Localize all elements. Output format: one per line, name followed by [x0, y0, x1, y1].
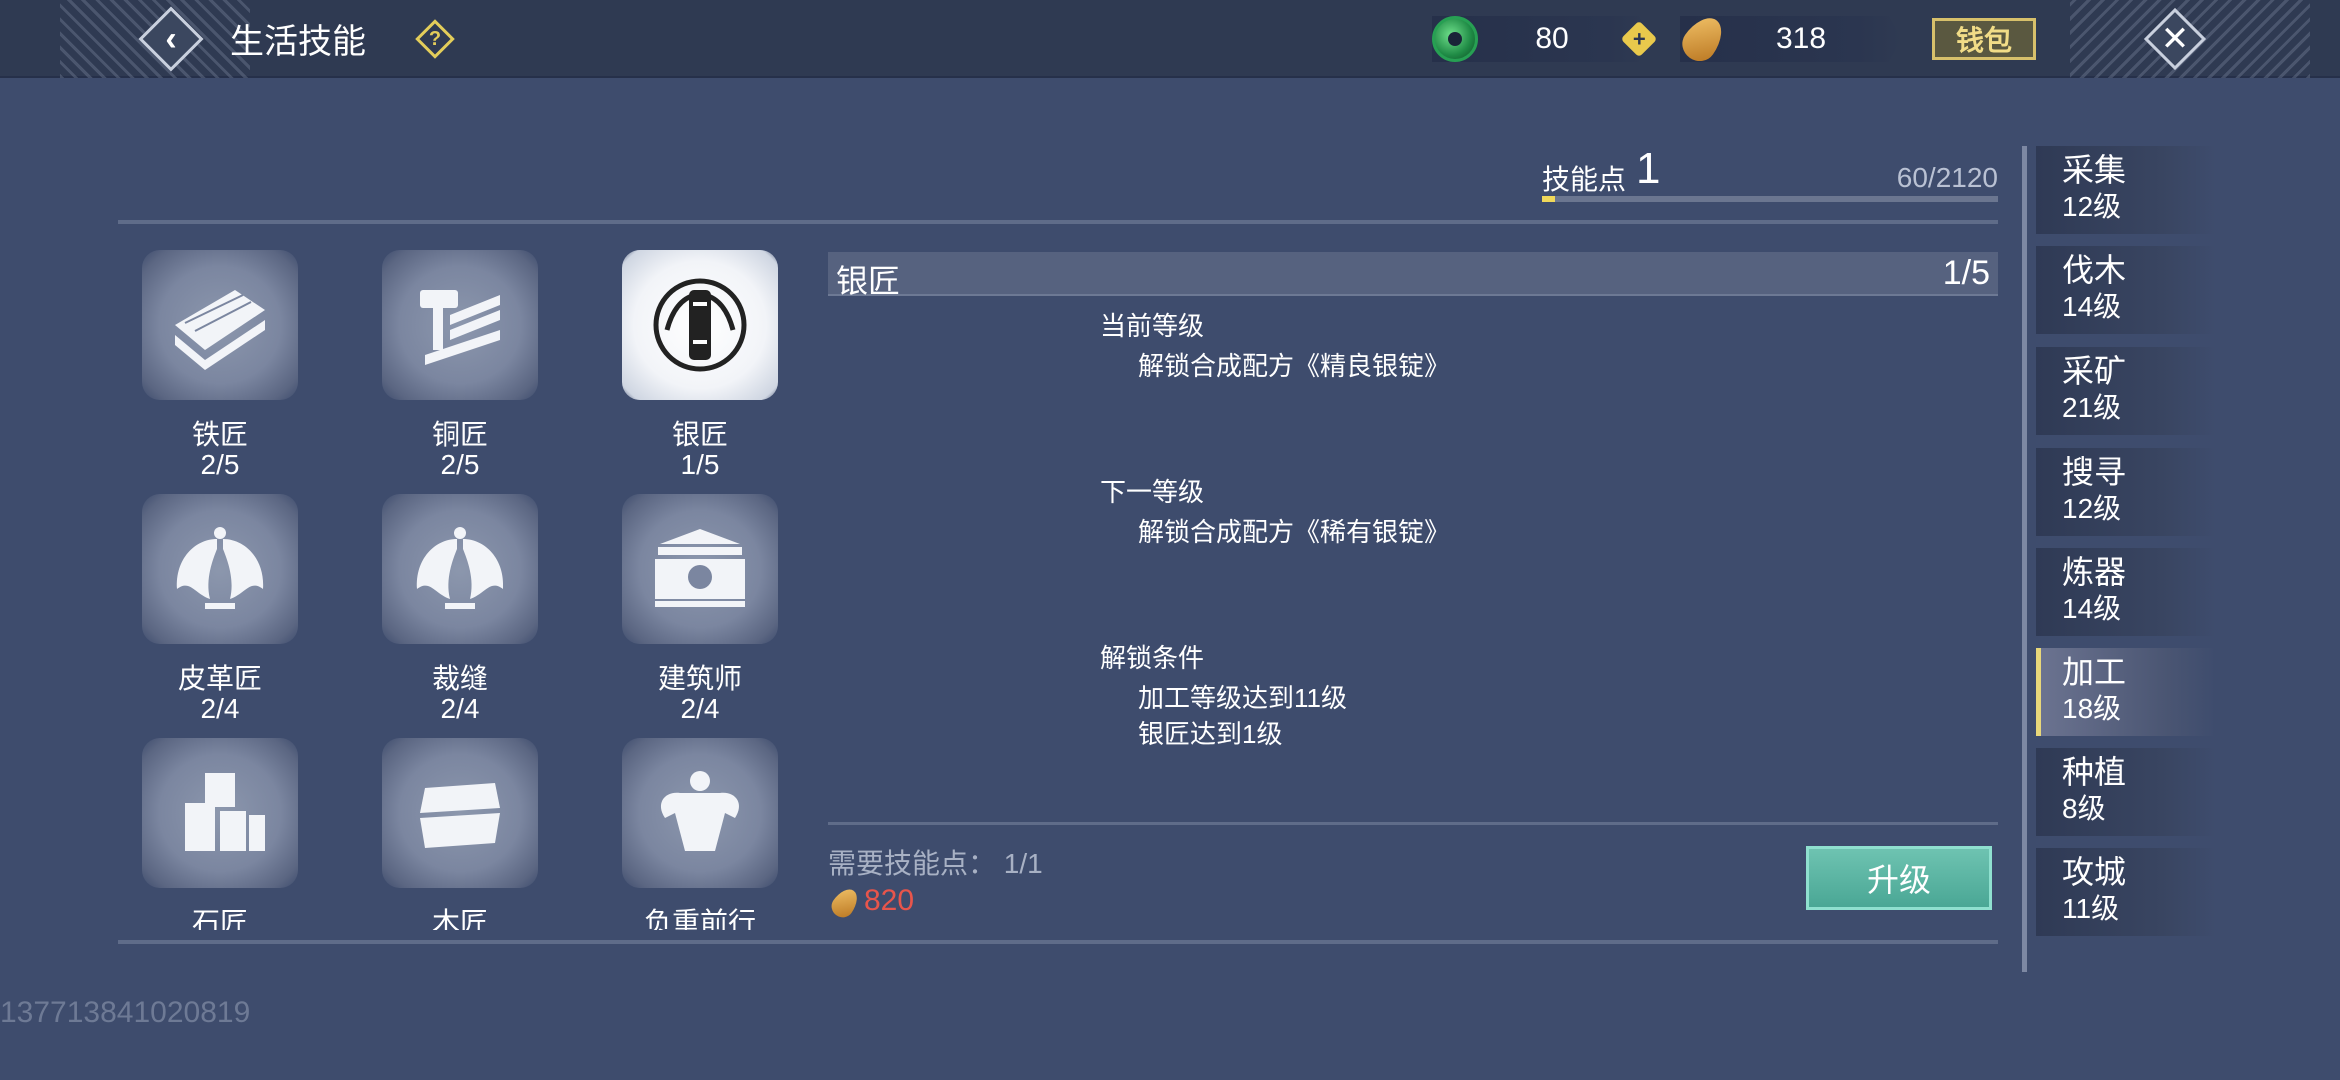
- next-level-text: 解锁合成配方《稀有银锭》: [1138, 517, 1451, 547]
- skill-name: 铜匠: [431, 419, 488, 450]
- divider: [118, 940, 1998, 944]
- category-planting[interactable]: 种植 8级: [2036, 748, 2216, 836]
- upgrade-cost: 820: [864, 884, 915, 917]
- user-id: 137713841020819: [0, 996, 251, 1029]
- skill-item-strongman[interactable]: 负重前行: [600, 738, 790, 930]
- seed-coin-icon: [827, 884, 863, 922]
- jade-currency: 80: [1432, 16, 1652, 62]
- category-name: 搜寻: [2062, 454, 2127, 490]
- skill-item-stonemason[interactable]: 石匠: [120, 738, 320, 930]
- jade-amount: 80: [1535, 22, 1569, 55]
- skill-points-progress-bar: [1542, 196, 1998, 202]
- unlock-condition: 加工等级达到11级: [1138, 683, 1347, 713]
- skill-level: 1/5: [680, 449, 720, 480]
- skill-name: 建筑师: [657, 663, 742, 694]
- back-button[interactable]: ‹: [138, 6, 204, 72]
- stone-blocks-icon: [142, 738, 298, 888]
- category-level: 21级: [2062, 392, 2122, 423]
- category-gathering[interactable]: 采集 12级: [2036, 146, 2216, 234]
- seed-amount: 318: [1775, 22, 1827, 55]
- unlock-condition: 银匠达到1级: [1138, 719, 1283, 749]
- divider: [828, 822, 1998, 825]
- skill-item-coppersmith[interactable]: 铜匠 2/5: [360, 250, 560, 480]
- skill-item-tailor[interactable]: 裁缝 2/4: [360, 494, 560, 724]
- detail-skill-level: 1/5: [1942, 254, 1990, 292]
- skill-grid: 铁匠 2/5 铜匠 2/5 银匠 1/5 皮革匠 2/4 裁缝 2/4 建筑师: [120, 250, 790, 930]
- wings-icon: [142, 494, 298, 644]
- building-icon: [622, 494, 778, 644]
- detail-skill-name: 银匠: [836, 263, 901, 299]
- seed-coin-icon: [1680, 16, 1731, 62]
- category-level: 11级: [2062, 893, 2120, 924]
- skill-level: 2/5: [440, 449, 480, 480]
- category-processing[interactable]: 加工 18级: [2036, 648, 2216, 736]
- current-level-title: 当前等级: [1100, 311, 1205, 341]
- help-button[interactable]: ?: [415, 19, 455, 59]
- skill-level: 2/4: [200, 693, 240, 724]
- category-level: 18级: [2062, 693, 2122, 724]
- skill-item-silversmith[interactable]: 银匠 1/5: [600, 250, 790, 480]
- skill-item-blacksmith[interactable]: 铁匠 2/5: [120, 250, 320, 480]
- progress-fill: [1542, 196, 1555, 202]
- category-name: 采集: [2062, 152, 2127, 188]
- category-name: 采矿: [2062, 353, 2127, 389]
- skill-detail-header: 银匠 1/5: [828, 252, 1998, 299]
- top-bar: ‹ 生活技能 ? 80 + 318 钱包 ✕: [0, 0, 2340, 78]
- skill-points-progress-text: 60/2120: [1896, 162, 1998, 193]
- category-refining[interactable]: 炼器 14级: [2036, 548, 2216, 636]
- divider: [118, 220, 1998, 224]
- skill-item-carpenter[interactable]: 木匠: [360, 738, 560, 930]
- category-level: 12级: [2062, 493, 2122, 524]
- category-level: 14级: [2062, 291, 2122, 322]
- current-level-text: 解锁合成配方《精良银锭》: [1138, 351, 1451, 381]
- skill-item-architect[interactable]: 建筑师 2/4: [600, 494, 790, 724]
- category-mining[interactable]: 采矿 21级: [2036, 347, 2216, 435]
- close-button[interactable]: ✕: [2143, 7, 2207, 71]
- wood-plank-icon: [382, 738, 538, 888]
- category-level: 14级: [2062, 593, 2122, 624]
- category-name: 加工: [2062, 654, 2127, 690]
- category-siege[interactable]: 攻城 11级: [2036, 848, 2216, 936]
- skill-name: 木匠: [431, 907, 488, 931]
- strongman-icon: [622, 738, 778, 888]
- page-title: 生活技能: [230, 23, 366, 61]
- skill-level: 2/5: [200, 449, 240, 480]
- unlock-conditions-title: 解锁条件: [1100, 643, 1205, 673]
- lumber-icon: [142, 250, 298, 400]
- skill-item-leatherworker[interactable]: 皮革匠 2/4: [120, 494, 320, 724]
- skill-name: 银匠: [671, 419, 728, 450]
- plus-icon: +: [1632, 25, 1646, 51]
- category-level: 8级: [2062, 793, 2106, 824]
- category-name: 炼器: [2062, 554, 2127, 590]
- silver-ingot-icon: [622, 250, 778, 400]
- skill-name: 铁匠: [191, 419, 248, 450]
- next-level-title: 下一等级: [1100, 477, 1205, 507]
- skill-level: 2/4: [440, 693, 480, 724]
- category-divider: [2022, 146, 2027, 972]
- skill-name: 负重前行: [643, 907, 756, 931]
- category-level: 12级: [2062, 191, 2122, 222]
- skill-name: 皮革匠: [177, 663, 262, 694]
- jade-coin-icon: [1432, 16, 1478, 62]
- skill-name: 石匠: [191, 907, 248, 931]
- upgrade-button[interactable]: 升级: [1806, 846, 1992, 910]
- hammer-icon: [382, 250, 538, 400]
- question-icon: ?: [428, 27, 442, 50]
- seed-currency: 318: [1680, 16, 1902, 62]
- close-icon: ✕: [2160, 20, 2190, 58]
- skill-points-label: 技能点: [1542, 164, 1627, 195]
- required-skill-points: 需要技能点： 1/1: [828, 848, 1043, 879]
- category-searching[interactable]: 搜寻 12级: [2036, 448, 2216, 536]
- wings-icon: [382, 494, 538, 644]
- category-logging[interactable]: 伐木 14级: [2036, 246, 2216, 334]
- skill-points-value: 1: [1636, 144, 1661, 193]
- category-name: 伐木: [2062, 252, 2127, 288]
- skill-name: 裁缝: [431, 663, 488, 694]
- wallet-button[interactable]: 钱包: [1932, 18, 2036, 60]
- category-name: 种植: [2062, 754, 2127, 790]
- skill-level: 2/4: [680, 693, 720, 724]
- chevron-left-icon: ‹: [165, 19, 177, 58]
- category-name: 攻城: [2062, 854, 2127, 890]
